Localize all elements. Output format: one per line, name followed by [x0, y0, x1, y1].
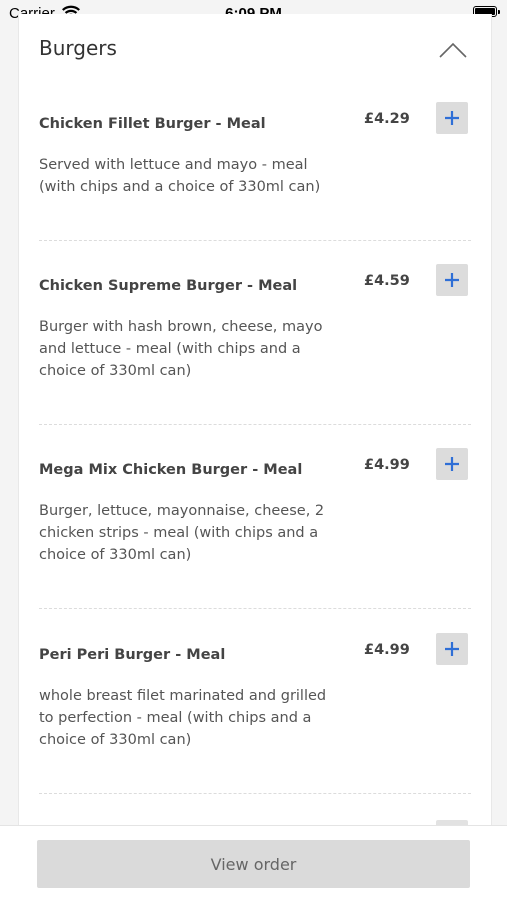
divider	[39, 608, 471, 609]
divider	[39, 424, 471, 425]
item-price: £4.29	[364, 111, 410, 127]
section-title: Burgers	[39, 36, 117, 60]
plus-icon	[445, 457, 459, 471]
item-description: Burger with hash brown, cheese, mayo and…	[39, 319, 323, 379]
item-price: £4.59	[364, 273, 410, 289]
divider	[39, 240, 471, 241]
bottom-bar: View order	[0, 825, 507, 901]
item-name: Chicken Supreme Burger - Meal	[39, 278, 298, 294]
item-description: Burger, lettuce, mayonnaise, cheese, 2 c…	[39, 503, 325, 563]
item-price: £4.99	[364, 457, 410, 473]
view-order-button[interactable]: View order	[37, 840, 470, 888]
item-price: £4.99	[364, 642, 410, 658]
plus-icon	[445, 642, 459, 656]
plus-icon	[445, 111, 459, 125]
add-item-button[interactable]	[436, 633, 468, 665]
chevron-up-icon[interactable]	[439, 42, 467, 58]
divider	[39, 793, 471, 794]
item-description: Served with lettuce and mayo - meal (wit…	[39, 157, 321, 195]
plus-icon	[445, 273, 459, 287]
item-name: Mega Mix Chicken Burger - Meal	[39, 462, 303, 478]
menu-section-card: Burgers Chicken Fillet Burger - Meal £4.…	[18, 14, 492, 844]
item-name: Chicken Fillet Burger - Meal	[39, 116, 266, 132]
add-item-button[interactable]	[436, 264, 468, 296]
item-description: whole breast filet marinated and grilled…	[39, 688, 327, 748]
add-item-button[interactable]	[436, 102, 468, 134]
add-item-button[interactable]	[436, 448, 468, 480]
item-name: Peri Peri Burger - Meal	[39, 647, 226, 663]
